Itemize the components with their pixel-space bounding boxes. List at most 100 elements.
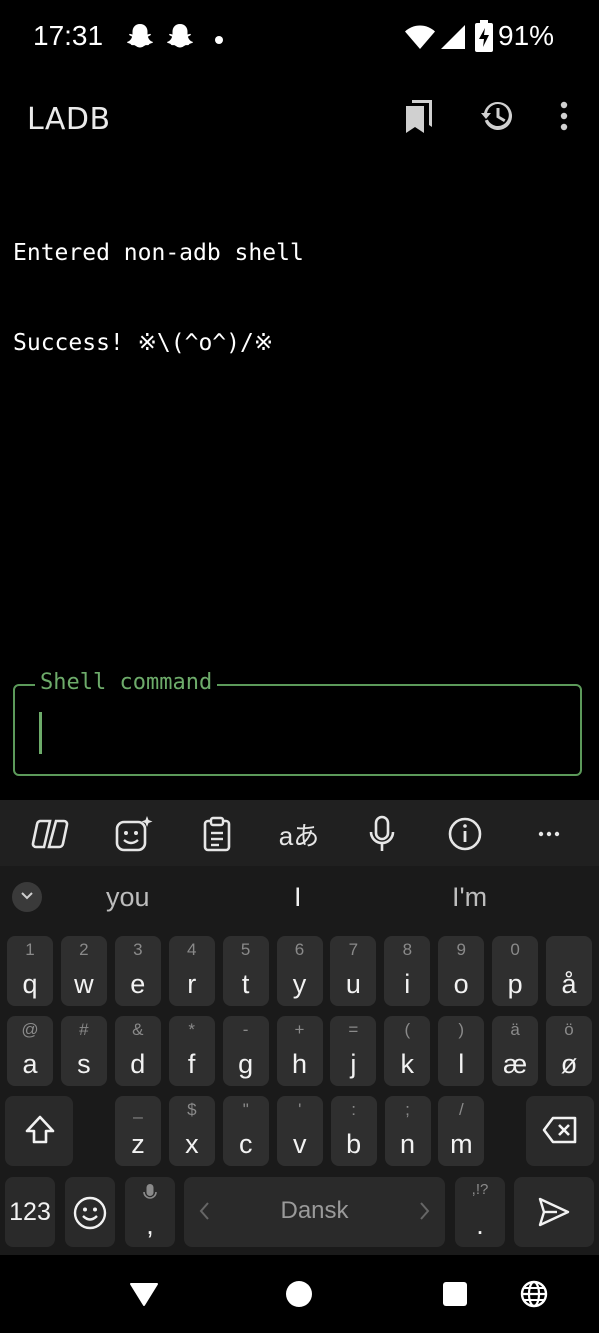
key-alt-label: =	[348, 1020, 359, 1039]
key-k[interactable]: (k	[384, 1016, 431, 1086]
key-alt-label: 2	[79, 940, 89, 959]
console-line: Success! ※\(^o^)/※	[13, 330, 274, 356]
battery-charging-icon	[475, 20, 493, 57]
chevron-right-icon	[419, 1201, 431, 1226]
dot-icon	[214, 32, 224, 50]
numbers-key[interactable]: 123	[5, 1177, 55, 1247]
key-p[interactable]: 0p	[492, 936, 539, 1006]
key-label: å	[561, 969, 577, 999]
key-label: p	[507, 969, 523, 999]
key-t[interactable]: 5t	[222, 936, 269, 1006]
recents-icon[interactable]	[443, 1282, 467, 1311]
key-h[interactable]: + h	[276, 1016, 323, 1086]
key-z[interactable]: _ z	[115, 1096, 161, 1166]
shell-command-input[interactable]	[31, 706, 565, 756]
space-key[interactable]: Dansk	[184, 1177, 445, 1247]
key-label: g	[238, 1049, 254, 1079]
key-label: m	[450, 1129, 473, 1159]
key-r[interactable]: 4r	[168, 936, 215, 1006]
key-label: t	[241, 969, 250, 999]
suggestion-item[interactable]: I	[294, 882, 302, 913]
suggestion-item[interactable]: you	[106, 882, 150, 913]
key-label: i	[404, 969, 411, 999]
sticker-icon[interactable]	[112, 812, 156, 856]
key-alt-label: 9	[456, 940, 466, 959]
shift-icon	[24, 1114, 56, 1151]
shell-command-field[interactable]: Shell command	[13, 670, 582, 776]
info-icon[interactable]	[443, 812, 487, 856]
key-x[interactable]: $ x	[168, 1096, 215, 1166]
key-l[interactable]: ) l	[438, 1016, 485, 1086]
key-alt-label: '	[298, 1100, 302, 1119]
key-alt-label: &	[132, 1020, 144, 1039]
suggestion-item[interactable]: I'm	[452, 882, 487, 913]
key-n[interactable]: ; n	[384, 1096, 431, 1166]
key-a[interactable]: @ a	[7, 1016, 53, 1086]
app-bar: LADB	[0, 76, 599, 166]
app-title: LADB	[27, 102, 111, 137]
key-e[interactable]: 3e	[114, 936, 161, 1006]
key-j[interactable]: = j	[330, 1016, 377, 1086]
key-o[interactable]: 9o	[438, 936, 485, 1006]
key-æ[interactable]: äæ	[492, 1016, 539, 1086]
keyboard-toolbar: aあ	[0, 800, 599, 866]
microphone-icon	[143, 1183, 157, 1208]
key-alt-label: -	[242, 1020, 249, 1039]
key-alt-label: 7	[348, 940, 359, 959]
key-g[interactable]: -g	[222, 1016, 269, 1086]
backspace-key[interactable]	[526, 1096, 594, 1166]
key-å[interactable]: å	[546, 936, 592, 1006]
bookmarks-button[interactable]	[397, 96, 441, 140]
key-label: f	[187, 1049, 196, 1079]
emoji-key[interactable]	[65, 1177, 115, 1247]
key-s[interactable]: # s	[60, 1016, 107, 1086]
key-u[interactable]: 7u	[330, 936, 377, 1006]
key-label: z	[131, 1129, 145, 1159]
history-button[interactable]	[475, 96, 519, 140]
key-y[interactable]: 6y	[276, 936, 323, 1006]
key-ø[interactable]: öø	[546, 1016, 592, 1086]
copilot-icon[interactable]	[28, 812, 72, 856]
microphone-icon[interactable]	[360, 812, 404, 856]
emoji-icon	[73, 1196, 107, 1235]
period-key[interactable]: ,!? .	[455, 1177, 505, 1247]
key-w[interactable]: 2w	[60, 936, 107, 1006]
key-c[interactable]: " c	[222, 1096, 269, 1166]
key-f[interactable]: * f	[168, 1016, 215, 1086]
key-alt-label: @	[21, 1020, 39, 1039]
status-bar: 17:31 91%	[0, 0, 599, 76]
key-m[interactable]: / m	[438, 1096, 485, 1166]
key-b[interactable]: :b	[330, 1096, 377, 1166]
clipboard-icon[interactable]	[195, 812, 239, 856]
key-v[interactable]: ' v	[276, 1096, 323, 1166]
key-alt-label: )	[458, 1020, 465, 1039]
more-options-button[interactable]	[542, 96, 586, 140]
key-i[interactable]: 8i	[384, 936, 431, 1006]
shift-key[interactable]	[5, 1096, 73, 1166]
home-icon[interactable]	[285, 1280, 313, 1313]
collapse-button[interactable]	[12, 882, 42, 912]
send-key[interactable]	[514, 1177, 594, 1247]
snapchat-icon	[167, 22, 193, 55]
key-label: s	[77, 1049, 91, 1079]
key-label: w	[74, 969, 94, 999]
key-alt-label: (	[404, 1020, 411, 1039]
globe-icon[interactable]	[520, 1280, 548, 1313]
key-alt-label: _	[133, 1100, 143, 1119]
key-label: a	[22, 1049, 38, 1079]
signal-icon	[440, 24, 466, 55]
send-icon	[537, 1196, 571, 1233]
comma-key[interactable]: ,	[125, 1177, 175, 1247]
key-alt-label: 6	[294, 940, 305, 959]
key-alt-label: 4	[186, 940, 197, 959]
space-language-label: Dansk	[280, 1197, 349, 1224]
key-d[interactable]: & d	[114, 1016, 161, 1086]
back-icon[interactable]	[129, 1281, 159, 1312]
key-label: r	[187, 969, 197, 999]
status-time: 17:31	[33, 20, 104, 51]
key-q[interactable]: 1q	[7, 936, 53, 1006]
translate-icon[interactable]: aあ	[277, 812, 321, 856]
key-label: y	[292, 969, 307, 999]
key-label: h	[291, 1049, 308, 1079]
more-horiz-icon[interactable]	[527, 812, 571, 856]
